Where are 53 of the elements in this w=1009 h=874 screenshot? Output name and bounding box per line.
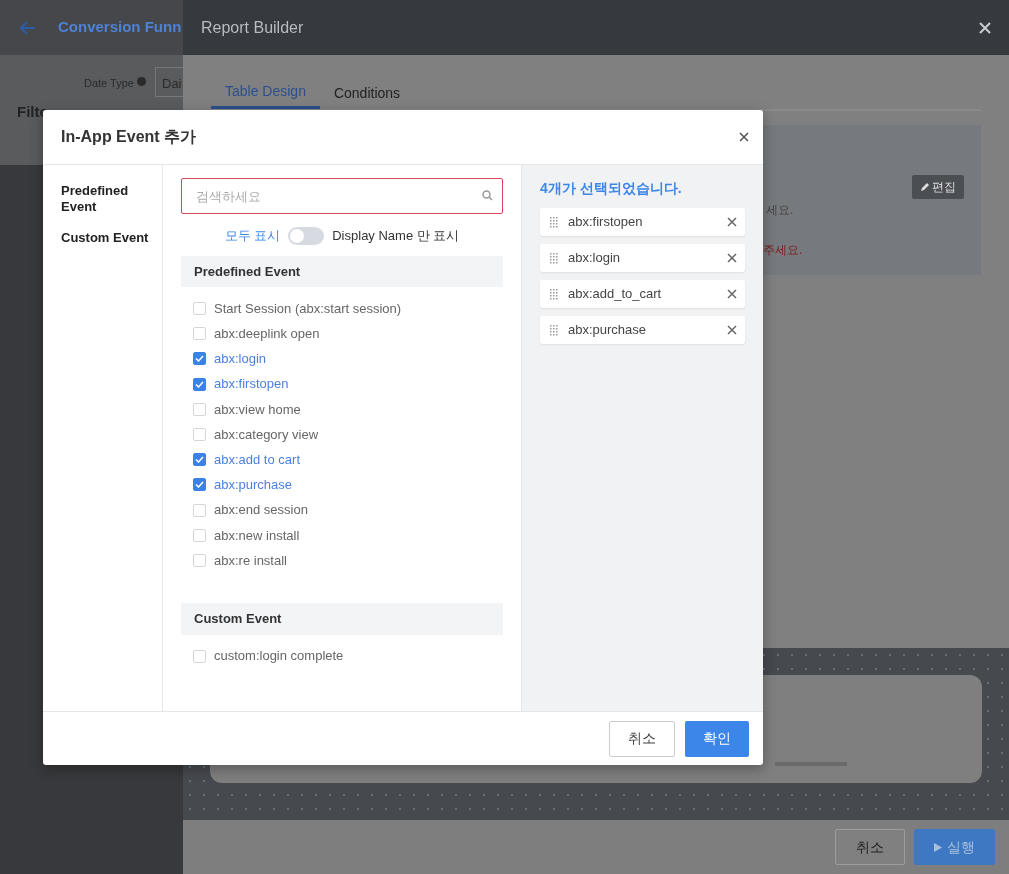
toggle-label[interactable]: Display Name 만 표시	[332, 226, 460, 246]
chip-label: abx:firstopen	[568, 213, 644, 232]
group-header: Custom Event	[181, 603, 503, 635]
checkbox[interactable]	[193, 377, 206, 391]
event-label[interactable]: abx:purchase	[214, 475, 293, 495]
checkbox[interactable]	[193, 453, 206, 467]
cancel-button[interactable]: 취소	[609, 720, 675, 757]
event-label[interactable]: abx:re install	[214, 550, 287, 571]
nav-item[interactable]: Custom Event	[61, 229, 162, 246]
event-label[interactable]: custom:login complete	[214, 646, 344, 666]
modal-title: In-App Event 추가	[61, 127, 197, 147]
event-label[interactable]: abx:firstopen	[214, 374, 289, 394]
nav-item[interactable]: Predefined Event	[61, 183, 162, 216]
remove-icon[interactable]	[727, 325, 737, 335]
info-icon	[137, 77, 146, 86]
page-title: Conversion Funn	[58, 17, 182, 38]
search-field[interactable]: 검색하세요	[181, 178, 503, 214]
chip-label: abx:login	[568, 249, 622, 268]
search-icon	[482, 190, 493, 201]
close-icon[interactable]	[739, 132, 749, 142]
remove-icon[interactable]	[727, 253, 737, 263]
confirm-button[interactable]: 확인	[685, 720, 749, 757]
event-label[interactable]: abx:new install	[214, 525, 300, 546]
cancel-button[interactable]: 취소	[835, 829, 905, 865]
pencil-icon	[920, 183, 929, 193]
event-label[interactable]: abx:add to cart	[214, 449, 300, 470]
selection-count: 4개가 선택되었습니다.	[540, 179, 683, 198]
toggle-switch[interactable]	[288, 226, 325, 245]
event-label[interactable]: abx:login	[214, 349, 267, 369]
chip-label: abx:purchase	[568, 321, 648, 340]
edit-button[interactable]: 편집	[912, 175, 964, 199]
panel-title: Report Builder	[201, 17, 304, 38]
back-icon[interactable]	[20, 20, 36, 35]
drag-handle-icon[interactable]	[550, 216, 558, 228]
remove-icon[interactable]	[727, 289, 737, 299]
group-header: Predefined Event	[181, 255, 503, 287]
drag-handle-icon[interactable]	[550, 324, 558, 336]
tab[interactable]: Conditions	[319, 77, 415, 109]
event-label[interactable]: abx:deeplink open	[214, 324, 320, 344]
event-label[interactable]: abx:view home	[214, 399, 301, 420]
drag-handle-icon[interactable]	[550, 288, 558, 300]
chip-label: abx:add_to_cart	[568, 285, 663, 304]
event-label[interactable]: abx:end session	[214, 500, 308, 520]
checkbox[interactable]	[193, 352, 206, 366]
hint-text: 세요.	[766, 202, 794, 219]
remove-icon[interactable]	[727, 217, 737, 227]
event-label[interactable]: Start Session (abx:start session)	[214, 298, 402, 319]
drag-handle-icon[interactable]	[550, 252, 558, 264]
play-icon	[934, 843, 942, 853]
event-label[interactable]: abx:category view	[214, 424, 319, 445]
hint-text: 주세요.	[763, 242, 803, 259]
toggle-label[interactable]: 모두 표시	[224, 226, 281, 246]
checkbox[interactable]	[193, 478, 206, 492]
